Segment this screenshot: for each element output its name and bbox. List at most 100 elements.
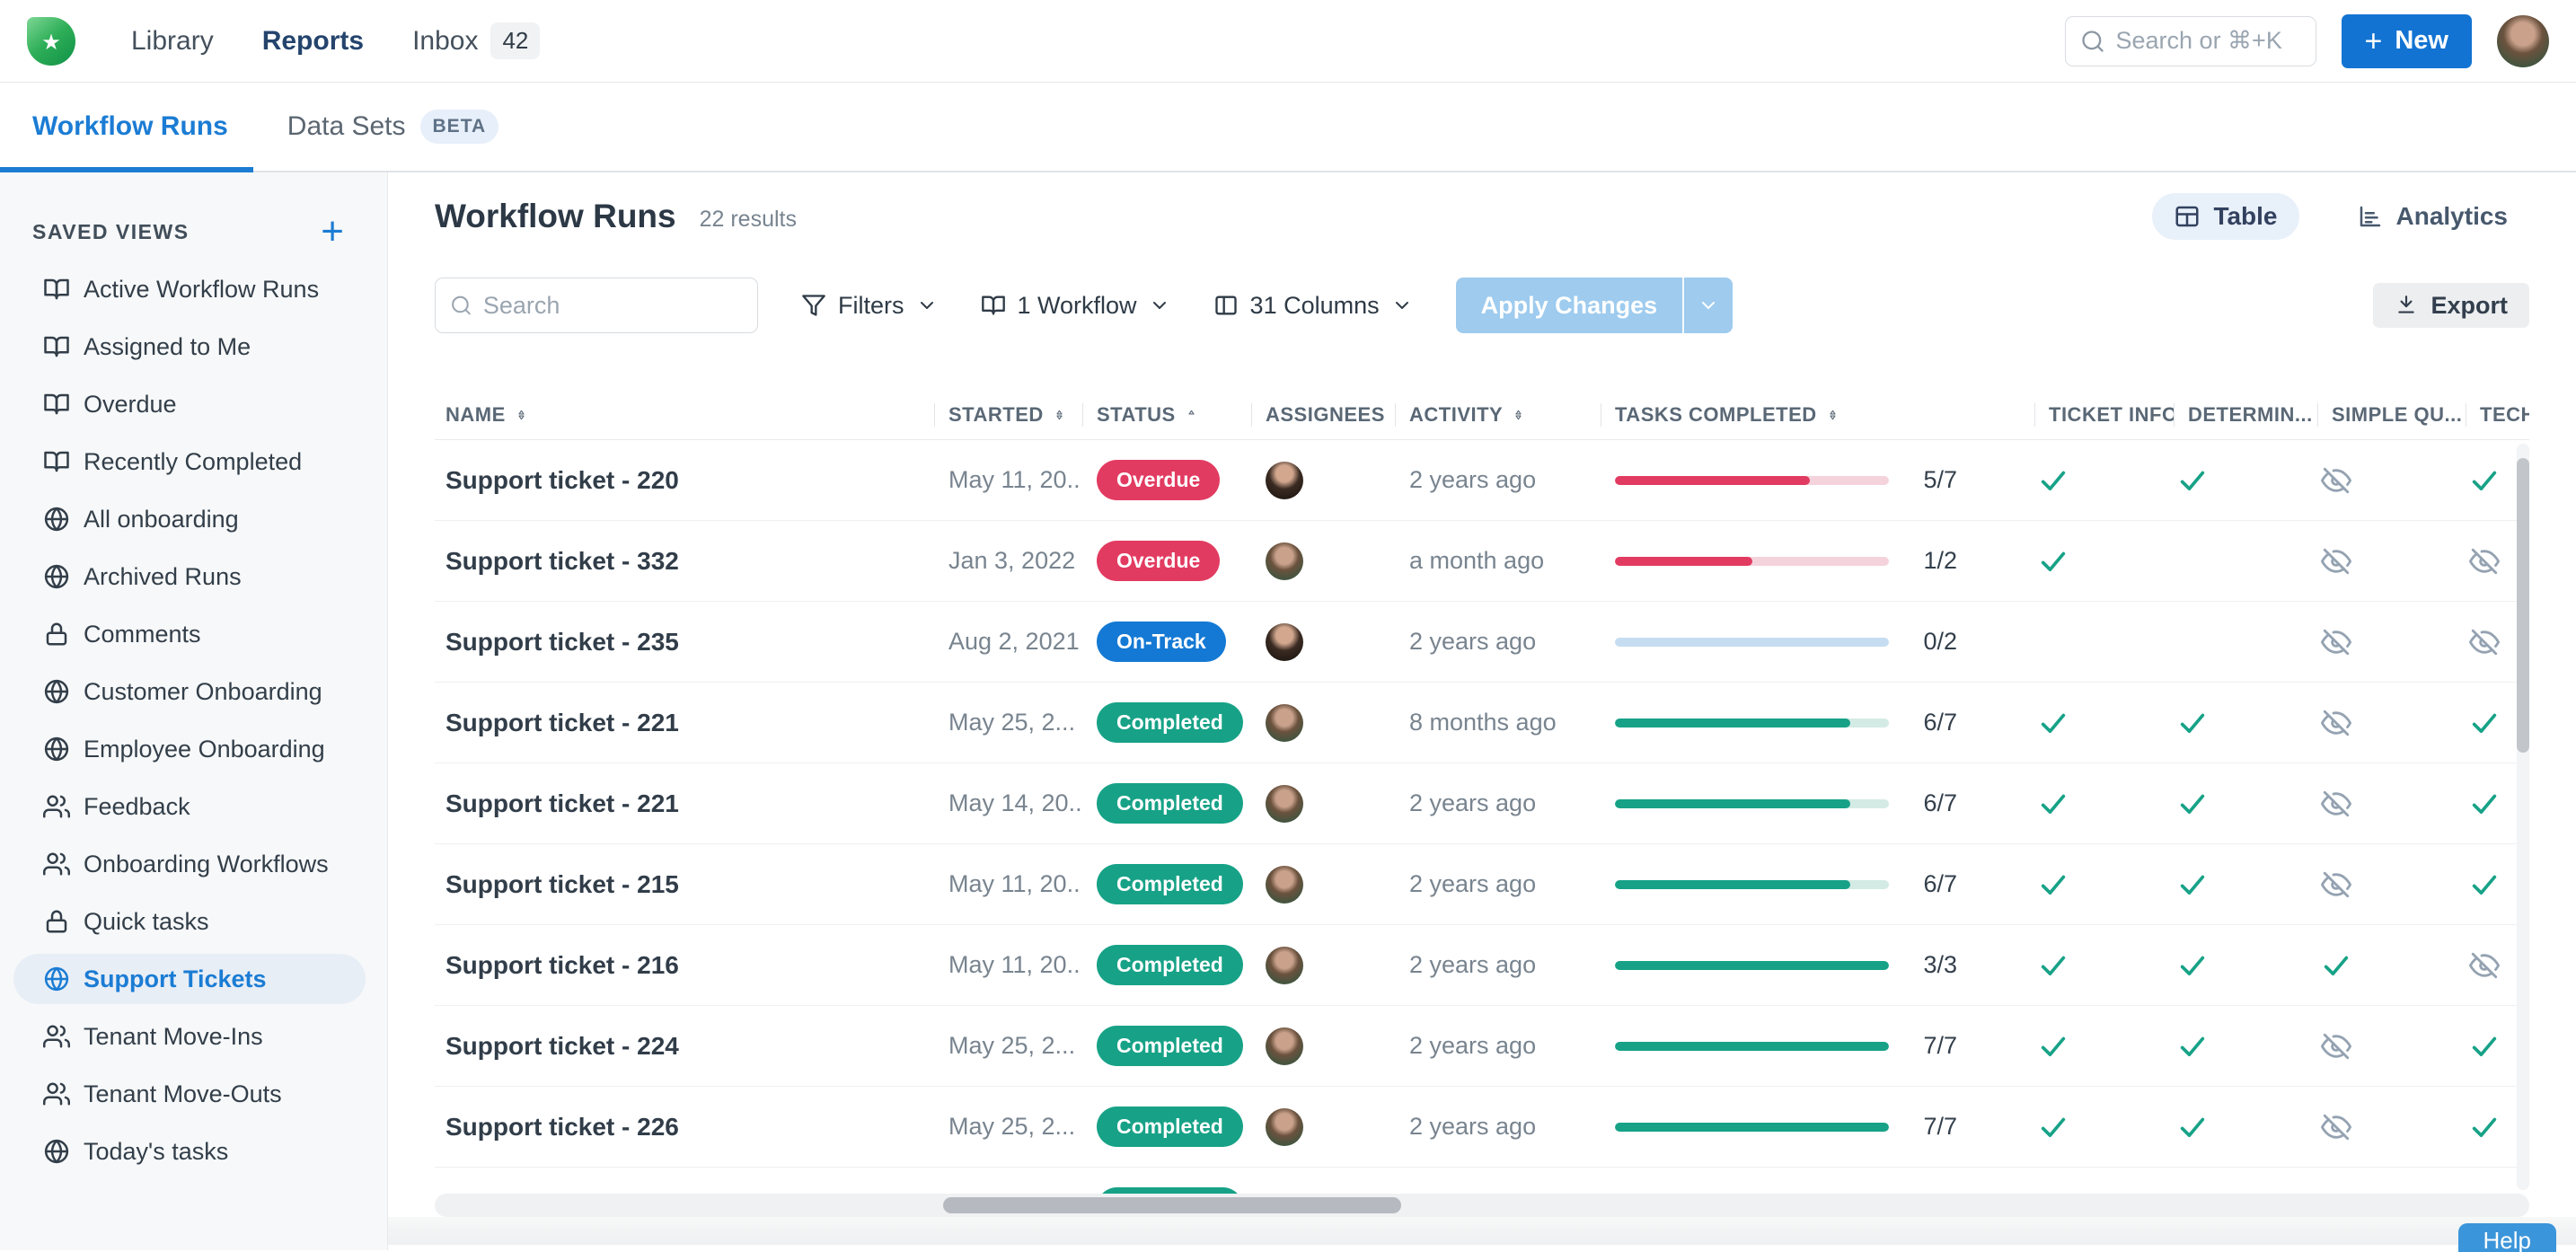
column-header-simple-qu[interactable]: SIMPLE QU... bbox=[2317, 403, 2466, 427]
assignee-avatar[interactable] bbox=[1266, 462, 1303, 499]
table-search-input[interactable] bbox=[483, 292, 743, 320]
tasks-completed-cell: 7/7 bbox=[1601, 1032, 2034, 1060]
table-row[interactable]: Support ticket - 332 Jan 3, 2022 Overdue… bbox=[435, 521, 2529, 602]
column-header-ticket-info[interactable]: TICKET INFO bbox=[2034, 403, 2174, 427]
cell-simple-qu bbox=[2317, 465, 2466, 496]
sort-icon bbox=[515, 405, 528, 425]
run-name: Support ticket - 221 bbox=[435, 789, 934, 818]
assignee-avatar[interactable] bbox=[1266, 623, 1303, 661]
column-header-started[interactable]: STARTED bbox=[934, 403, 1082, 427]
check-icon bbox=[2469, 869, 2500, 900]
run-name: Support ticket - 332 bbox=[435, 547, 934, 576]
column-header-status[interactable]: STATUS bbox=[1082, 403, 1251, 427]
sidebar-item-label: Tenant Move-Outs bbox=[84, 1080, 282, 1108]
table-row-partial[interactable]: Completed bbox=[435, 1168, 2529, 1194]
sidebar-item-label: Customer Onboarding bbox=[84, 678, 322, 706]
check-icon bbox=[2038, 950, 2069, 981]
assignee-avatar[interactable] bbox=[1266, 1108, 1303, 1146]
cell-ticket-info bbox=[2034, 708, 2174, 738]
help-button[interactable]: Help bbox=[2458, 1223, 2556, 1252]
topbar-right: + New bbox=[2065, 14, 2550, 68]
search-icon bbox=[450, 293, 472, 318]
sidebar-item-tenant-move-ins[interactable]: Tenant Move-Ins bbox=[13, 1011, 366, 1062]
sidebar-item-quick-tasks[interactable]: Quick tasks bbox=[13, 896, 366, 947]
eye-off-icon bbox=[2469, 627, 2500, 657]
table-row[interactable]: Support ticket - 220 May 11, 20... Overd… bbox=[435, 440, 2529, 521]
sidebar-item-today-s-tasks[interactable]: Today's tasks bbox=[13, 1126, 366, 1177]
table-row[interactable]: Support ticket - 221 May 25, 2... Comple… bbox=[435, 683, 2529, 763]
table-row[interactable]: Support ticket - 215 May 11, 20... Compl… bbox=[435, 844, 2529, 925]
nav-item-inbox[interactable]: Inbox 42 bbox=[412, 22, 540, 59]
sidebar-item-employee-onboarding[interactable]: Employee Onboarding bbox=[13, 724, 366, 774]
activity-time: a month ago bbox=[1395, 547, 1601, 575]
horizontal-scrollbar-thumb[interactable] bbox=[943, 1197, 1401, 1213]
global-search-input[interactable] bbox=[2116, 27, 2301, 55]
inbox-count-badge: 42 bbox=[490, 22, 540, 59]
columns-label: 31 Columns bbox=[1250, 292, 1380, 320]
column-header-activity[interactable]: ACTIVITY bbox=[1395, 403, 1601, 427]
table-row[interactable]: Support ticket - 216 May 11, 20... Compl… bbox=[435, 925, 2529, 1006]
sidebar-item-onboarding-workflows[interactable]: Onboarding Workflows bbox=[13, 839, 366, 889]
assignees-cell bbox=[1251, 947, 1395, 984]
user-avatar[interactable] bbox=[2497, 15, 2549, 67]
table-row[interactable]: Support ticket - 226 May 25, 2... Comple… bbox=[435, 1087, 2529, 1168]
column-header-assignees[interactable]: ASSIGNEES bbox=[1251, 403, 1395, 427]
sidebar-item-feedback[interactable]: Feedback bbox=[13, 781, 366, 832]
sidebar-item-comments[interactable]: Comments bbox=[13, 609, 366, 659]
check-icon bbox=[2469, 708, 2500, 738]
eye-off-icon bbox=[2321, 789, 2351, 819]
sidebar-item-support-tickets[interactable]: Support Tickets bbox=[13, 954, 366, 1004]
tab-workflow-runs[interactable]: Workflow Runs bbox=[32, 83, 228, 171]
sidebar-item-archived-runs[interactable]: Archived Runs bbox=[13, 551, 366, 602]
add-saved-view-button[interactable]: + bbox=[321, 212, 344, 251]
column-header-label: NAME bbox=[446, 403, 506, 427]
sidebar-item-assigned-to-me[interactable]: Assigned to Me bbox=[13, 322, 366, 372]
columns-dropdown[interactable]: 31 Columns bbox=[1213, 292, 1413, 320]
tab-data-sets[interactable]: Data Sets BETA bbox=[287, 83, 498, 171]
check-icon bbox=[2177, 1112, 2208, 1142]
nav-item-library[interactable]: Library bbox=[131, 26, 214, 57]
apply-changes-dropdown[interactable] bbox=[1682, 278, 1733, 333]
sidebar-item-recently-completed[interactable]: Recently Completed bbox=[13, 436, 366, 487]
assignee-avatar[interactable] bbox=[1266, 866, 1303, 904]
status-badge: Completed bbox=[1097, 1026, 1243, 1066]
column-header-label: ACTIVITY bbox=[1409, 403, 1503, 427]
sidebar-item-active-workflow-runs[interactable]: Active Workflow Runs bbox=[13, 264, 366, 314]
assignee-avatar[interactable] bbox=[1266, 785, 1303, 823]
tabs-bar: Workflow Runs Data Sets BETA bbox=[0, 83, 2576, 172]
cell-simple-qu bbox=[2317, 627, 2466, 657]
table-row[interactable]: Support ticket - 235 Aug 2, 2021 On-Trac… bbox=[435, 602, 2529, 683]
assignees-cell bbox=[1251, 542, 1395, 580]
column-header-tasks-completed[interactable]: TASKS COMPLETED bbox=[1601, 403, 2034, 427]
new-button[interactable]: + New bbox=[2342, 14, 2473, 68]
filters-dropdown[interactable]: Filters bbox=[801, 292, 938, 320]
sidebar-item-overdue[interactable]: Overdue bbox=[13, 379, 366, 429]
tab-label: Data Sets bbox=[287, 111, 406, 142]
export-button[interactable]: Export bbox=[2373, 283, 2529, 328]
assignee-avatar[interactable] bbox=[1266, 947, 1303, 984]
assignee-avatar[interactable] bbox=[1266, 704, 1303, 742]
table-view-button[interactable]: Table bbox=[2152, 193, 2298, 240]
column-header-name[interactable]: NAME bbox=[435, 403, 934, 427]
apply-changes-button[interactable]: Apply Changes bbox=[1456, 278, 1734, 333]
analytics-view-button[interactable]: Analytics bbox=[2335, 193, 2530, 240]
table-row[interactable]: Support ticket - 224 May 25, 2... Comple… bbox=[435, 1006, 2529, 1087]
sidebar-item-all-onboarding[interactable]: All onboarding bbox=[13, 494, 366, 544]
column-header-techni[interactable]: TECHNI bbox=[2466, 403, 2529, 427]
workflow-dropdown[interactable]: 1 Workflow bbox=[981, 292, 1170, 320]
sidebar-item-customer-onboarding[interactable]: Customer Onboarding bbox=[13, 666, 366, 717]
activity-time: 2 years ago bbox=[1395, 789, 1601, 817]
users-icon bbox=[43, 1023, 70, 1050]
table-search[interactable] bbox=[435, 278, 758, 333]
assignee-avatar[interactable] bbox=[1266, 542, 1303, 580]
assignee-avatar[interactable] bbox=[1266, 1027, 1303, 1065]
table-row[interactable]: Support ticket - 221 May 14, 20... Compl… bbox=[435, 763, 2529, 844]
app-logo[interactable] bbox=[27, 17, 75, 66]
sidebar-item-tenant-move-outs[interactable]: Tenant Move-Outs bbox=[13, 1069, 366, 1119]
nav-item-reports[interactable]: Reports bbox=[262, 26, 364, 57]
global-search[interactable] bbox=[2065, 16, 2316, 66]
vertical-scrollbar-thumb[interactable] bbox=[2517, 458, 2529, 753]
check-icon bbox=[2038, 708, 2069, 738]
column-header-determin[interactable]: DETERMIN... bbox=[2174, 403, 2317, 427]
check-icon bbox=[2038, 465, 2069, 496]
